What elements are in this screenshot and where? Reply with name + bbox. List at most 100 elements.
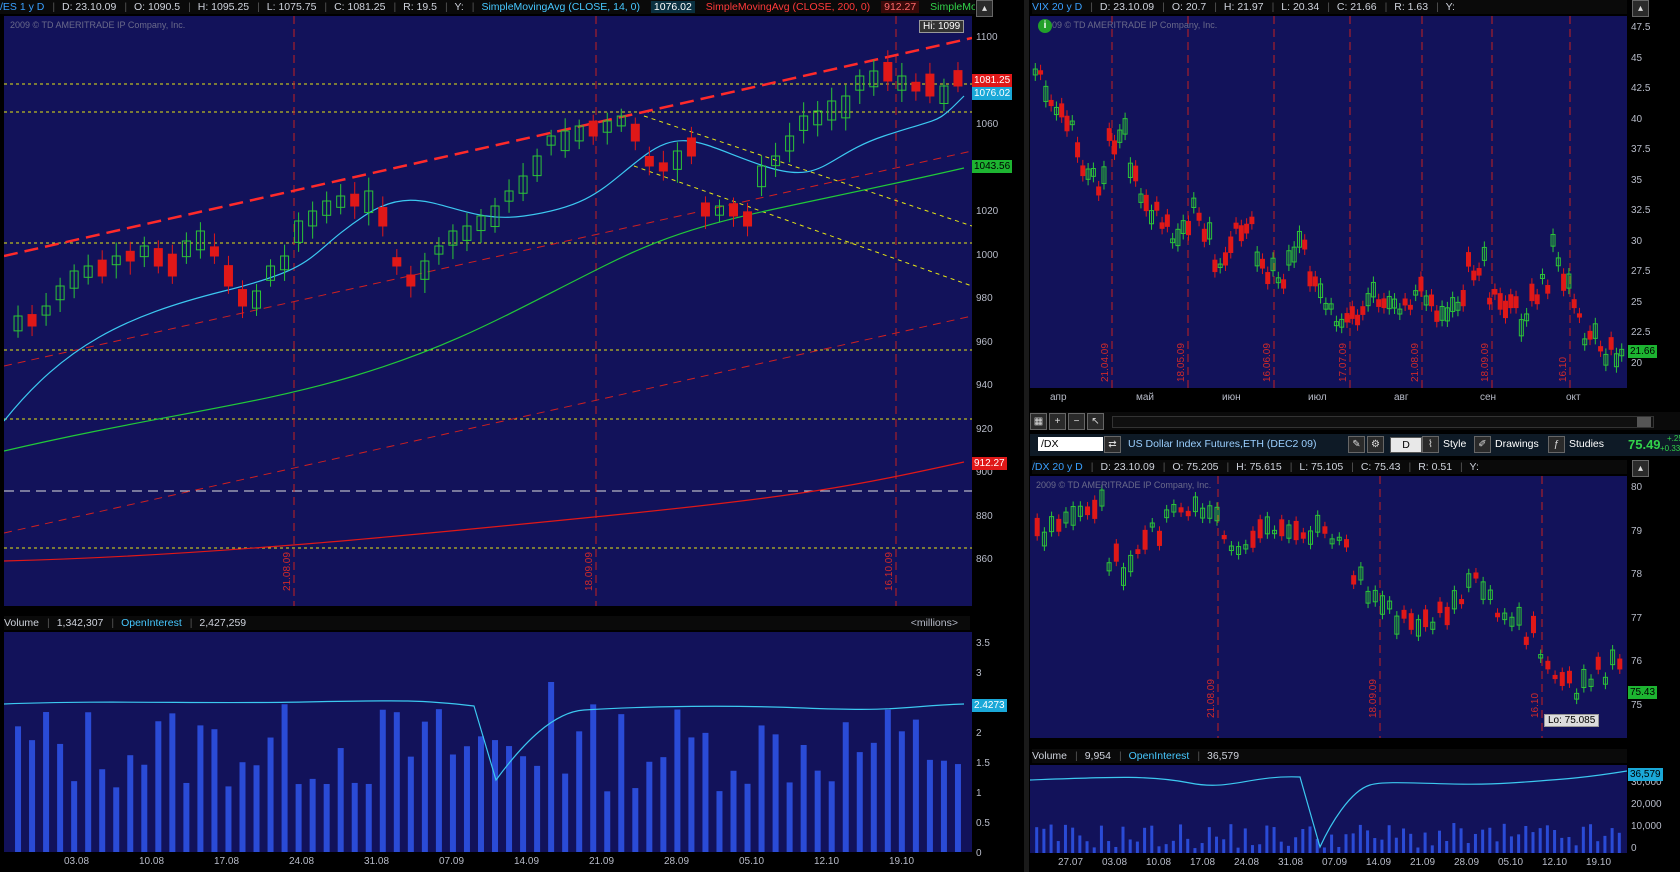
volume-bar [43, 712, 50, 852]
es-volume-plot[interactable] [4, 632, 972, 852]
es-y-axis: 1100108010601040102010009809609409209008… [972, 16, 1022, 606]
drawings-icon[interactable]: ✐ [1474, 436, 1491, 453]
candle-down [406, 274, 416, 287]
scrollbar-thumb[interactable] [1637, 417, 1651, 427]
dx-price-plot[interactable]: 21.08.09 18.09.09 16.10 2009 © TD AMERITRA… [1030, 476, 1627, 738]
vix-low: L: 20.34 [1281, 1, 1320, 13]
studies-icon[interactable]: ƒ [1548, 436, 1565, 453]
dx-x-tick: 17.08 [1190, 857, 1216, 868]
symbol-link-icon[interactable]: ⇄ [1104, 436, 1121, 453]
es-volume-tick: 3 [976, 668, 982, 679]
volume-bar [1409, 833, 1413, 853]
volume-bar [1092, 847, 1096, 853]
vix-range: R: 1.63 [1394, 1, 1429, 13]
volume-bar [1430, 845, 1434, 853]
settings-icon[interactable]: ✎ [1348, 436, 1365, 453]
dx-oi-label[interactable]: OpenInterest [1129, 750, 1190, 762]
candle-down [1552, 674, 1558, 680]
volume-bar [1567, 837, 1571, 853]
volume-bar [716, 791, 723, 852]
date-marker-label: 21.08.09 [282, 552, 293, 591]
volume-bar [337, 748, 344, 852]
vix-copyright: 2009 © TD AMERITRADE IP Company, Inc. [1042, 20, 1218, 30]
es-x-tick: 21.09 [589, 856, 615, 867]
dx-symbol-input[interactable]: /DX [1038, 437, 1103, 451]
es-sma200-label[interactable]: SimpleMovingAvg (CLOSE, 200, 0) [706, 1, 870, 13]
es-maximize-icon[interactable]: ▴ [976, 0, 993, 17]
vix-info-icon[interactable]: i [1038, 19, 1052, 33]
es-x-tick: 24.08 [289, 856, 315, 867]
volume-bar [898, 731, 905, 852]
dx-symbol[interactable]: /DX 20 y D [1032, 461, 1083, 473]
es-oi-label[interactable]: OpenInterest [121, 617, 182, 629]
volume-bar [1488, 827, 1492, 853]
volume-bar [604, 791, 611, 852]
es-sma50-label[interactable]: SimpleMovingAvg (C... [930, 1, 975, 13]
es-high: H: 1095.25 [197, 1, 250, 13]
sma200-line [4, 461, 965, 562]
candle-down [1360, 306, 1366, 315]
es-symbol[interactable]: /ES 1 y D [0, 1, 44, 13]
style-button[interactable]: Style [1440, 437, 1469, 451]
vix-symbol[interactable]: VIX 20 y D [1032, 1, 1082, 13]
dx-maximize-icon[interactable]: ▴ [1632, 460, 1649, 477]
volume-bar [674, 709, 681, 852]
drawings-button[interactable]: Drawings [1492, 437, 1542, 451]
zoom-in-icon[interactable]: + [1049, 413, 1066, 430]
es-volume-tick: 0 [976, 848, 982, 859]
upper-channel-line [4, 36, 972, 258]
vix-maximize-icon[interactable]: ▴ [1632, 0, 1649, 17]
candle-down [1156, 530, 1162, 546]
volume-bar [1078, 835, 1082, 853]
volume-bar [85, 712, 92, 852]
style-icon[interactable]: ⌇ [1422, 436, 1439, 453]
volume-bar [1164, 844, 1168, 853]
vix-price-plot[interactable]: 21.04.09 18.05.09 16.06.09 17.07.09 21.08.09… [1030, 16, 1627, 388]
dx-date: D: 23.10.09 [1100, 461, 1155, 473]
cursor-icon[interactable]: ↖ [1087, 413, 1104, 430]
studies-button[interactable]: Studies [1566, 437, 1607, 451]
es-header: /ES 1 y D | D: 23.10.09 | O: 1090.5 | H: 10… [0, 0, 975, 14]
candle-down [1487, 297, 1493, 305]
dx-low: L: 75.105 [1299, 461, 1344, 473]
es-x-tick: 10.08 [139, 856, 165, 867]
pane-divider[interactable] [1024, 0, 1029, 872]
dx-y-tick: 77 [1631, 612, 1643, 624]
volume-bar [786, 782, 793, 852]
date-marker-label: 17.07.09 [1338, 343, 1349, 382]
zoom-out-icon[interactable]: − [1068, 413, 1085, 430]
candle-down [1351, 575, 1357, 585]
volume-bar [1071, 827, 1075, 853]
chart-scrollbar[interactable] [1112, 416, 1654, 428]
es-volume-label[interactable]: Volume [4, 617, 39, 629]
es-x-tick: 05.10 [739, 856, 765, 867]
grid-icon[interactable]: ▦ [1030, 413, 1047, 430]
es-hi-label: Hi: 1099 [919, 20, 965, 33]
candle-down [1418, 276, 1424, 292]
candle-down [1598, 346, 1604, 352]
volume-bar [1250, 845, 1254, 853]
dx-volume-plot[interactable] [1030, 765, 1627, 853]
period-button[interactable]: D [1390, 437, 1422, 453]
candle-down [1257, 519, 1263, 539]
candle-down [1401, 609, 1407, 619]
volume-bar [449, 754, 456, 852]
dx-volume-label[interactable]: Volume [1032, 750, 1067, 762]
volume-bar [814, 770, 821, 852]
volume-bar [183, 782, 190, 852]
candle-down [588, 120, 598, 137]
es-price-plot[interactable]: 21.08.09 18.09.09 16.10.09 2009 © TD AMERI… [4, 16, 972, 606]
volume-bar [1186, 838, 1190, 853]
es-sma14-label[interactable]: SimpleMovingAvg (CLOSE, 14, 0) [481, 1, 640, 13]
dx-description: US Dollar Index Futures,ETH (DEC2 09) [1128, 438, 1317, 450]
wrench-icon[interactable]: ⚙ [1367, 436, 1384, 453]
es-volume-tick: 0.5 [976, 818, 990, 829]
candle-down [1502, 300, 1508, 319]
volume-bar [1617, 832, 1621, 853]
candle-down [658, 162, 668, 172]
date-marker-label: 21.08.09 [1206, 679, 1217, 718]
dx-lo-label: Lo: 75.085 [1544, 714, 1600, 727]
volume-bar [1150, 825, 1154, 853]
dx-toolbar: /DX ⇄ US Dollar Index Futures,ETH (DEC2 … [1030, 434, 1680, 456]
candle-down [1133, 165, 1139, 182]
